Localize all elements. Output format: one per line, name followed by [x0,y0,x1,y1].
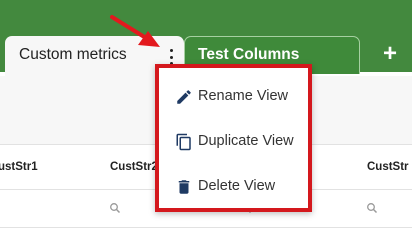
search-icon[interactable] [109,202,121,214]
menu-item-label: Delete View [198,178,276,194]
delete-view-menu-item[interactable]: Delete View [159,167,308,207]
duplicate-view-menu-item[interactable]: Duplicate View [159,122,308,162]
trash-icon [178,180,190,194]
rename-view-menu-item[interactable]: Rename View [159,77,308,117]
tab-label: Test Columns [198,46,300,63]
search-icon[interactable] [366,202,378,214]
tab-label: Custom metrics [19,46,127,63]
column-header[interactable]: ustStr1 [0,161,38,173]
column-header[interactable]: CustStr [367,161,409,173]
menu-item-label: Duplicate View [198,133,294,149]
grid-body [0,228,412,251]
tab-bar: Custom metrics Test Columns + [0,0,412,76]
pencil-icon [177,90,191,104]
more-options-icon[interactable] [165,49,177,65]
column-header[interactable]: CustStr2 [110,161,158,173]
copy-icon [176,133,191,151]
context-menu: Rename View Duplicate View Delete View [155,64,312,212]
add-tab-button[interactable]: + [370,38,410,70]
menu-item-label: Rename View [198,88,289,104]
